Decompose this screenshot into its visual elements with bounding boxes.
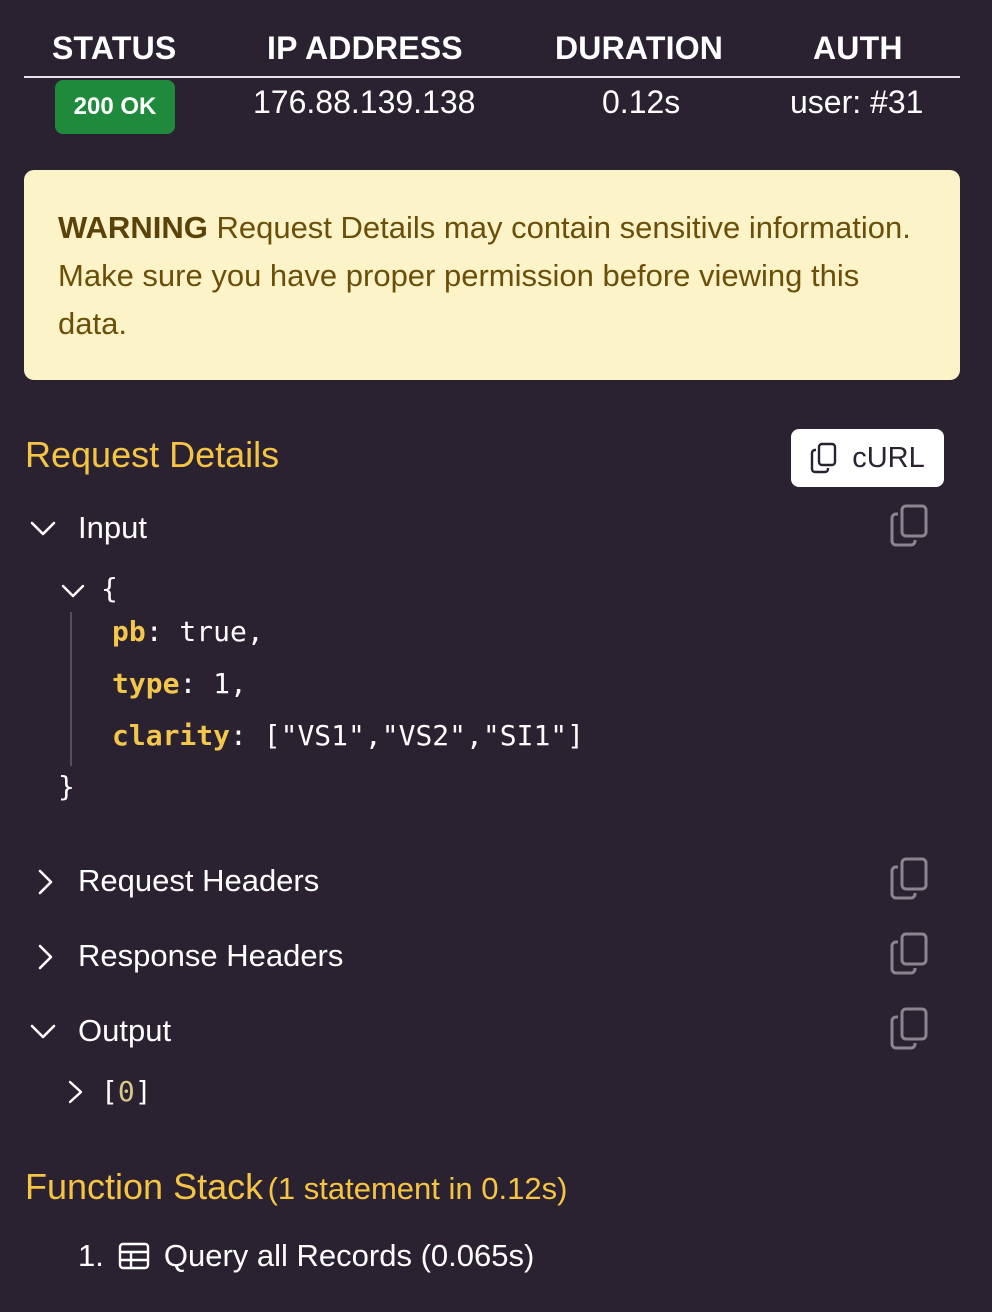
array-open-bracket: [: [101, 1075, 118, 1108]
ip-address-header: IP ADDRESS: [267, 30, 463, 66]
json-collapse-chevron-icon[interactable]: [60, 580, 86, 607]
json-tree-guide: [70, 612, 72, 766]
auth-value: user: #31: [790, 84, 924, 120]
function-stack-summary: (1 statement in 0.12s): [267, 1171, 568, 1206]
function-stack-item-number: 1.: [78, 1238, 104, 1273]
json-line-pb: pb: true,: [112, 615, 264, 648]
output-item-chevron-right-icon[interactable]: [64, 1079, 86, 1110]
output-chevron-down-icon[interactable]: [28, 1016, 58, 1051]
response-headers-label[interactable]: Response Headers: [78, 938, 343, 974]
json-line-type: type: 1,: [112, 667, 247, 700]
function-stack-item[interactable]: 1. Query all Records (0.065s): [78, 1238, 534, 1274]
request-details-title: Request Details: [25, 434, 280, 475]
json-open-brace: {: [101, 572, 118, 605]
table-icon: [118, 1242, 150, 1270]
stats-header-row: STATUS IP ADDRESS DURATION AUTH: [24, 26, 960, 78]
status-badge: 200 OK: [55, 80, 175, 134]
json-value: : ["VS1","VS2","SI1"]: [230, 719, 585, 752]
response-headers-copy-icon[interactable]: [889, 932, 929, 981]
request-headers-chevron-right-icon[interactable]: [30, 867, 60, 902]
json-value: : 1,: [179, 667, 247, 700]
auth-header: AUTH: [813, 30, 903, 66]
response-headers-chevron-right-icon[interactable]: [30, 942, 60, 977]
json-key: clarity: [112, 719, 231, 752]
curl-button[interactable]: cURL: [791, 429, 944, 487]
input-copy-icon[interactable]: [889, 504, 929, 553]
input-chevron-down-icon[interactable]: [28, 513, 58, 548]
json-key: type: [112, 667, 180, 700]
json-line-clarity: clarity: ["VS1","VS2","SI1"]: [112, 719, 584, 752]
array-close-bracket: ]: [134, 1075, 152, 1108]
array-index: 0: [117, 1075, 135, 1108]
json-key: pb: [112, 615, 146, 648]
warning-banner: WARNING Request Details may contain sens…: [24, 170, 960, 380]
function-stack-title: Function Stack: [25, 1166, 264, 1207]
output-copy-icon[interactable]: [889, 1007, 929, 1056]
input-section-label[interactable]: Input: [78, 510, 147, 546]
function-stack-heading: Function Stack (1 statement in 0.12s): [25, 1166, 567, 1208]
json-close-brace: }: [58, 770, 75, 803]
json-value: : true,: [145, 615, 264, 648]
function-stack-item-label: Query all Records (0.065s): [163, 1238, 535, 1273]
curl-button-label: cURL: [852, 441, 925, 474]
request-headers-label[interactable]: Request Headers: [78, 863, 319, 899]
duration-value: 0.12s: [602, 84, 681, 120]
request-headers-copy-icon[interactable]: [889, 857, 929, 906]
duration-header: DURATION: [555, 30, 724, 66]
copy-icon: [811, 442, 837, 474]
status-header: STATUS: [52, 30, 177, 66]
request-stats-table: STATUS IP ADDRESS DURATION AUTH 200 OK 1…: [24, 0, 960, 150]
output-array-item[interactable]: [0]: [101, 1075, 152, 1108]
ip-address-value: 176.88.139.138: [253, 84, 476, 120]
output-section-label[interactable]: Output: [78, 1013, 171, 1049]
warning-label: WARNING: [58, 210, 208, 245]
